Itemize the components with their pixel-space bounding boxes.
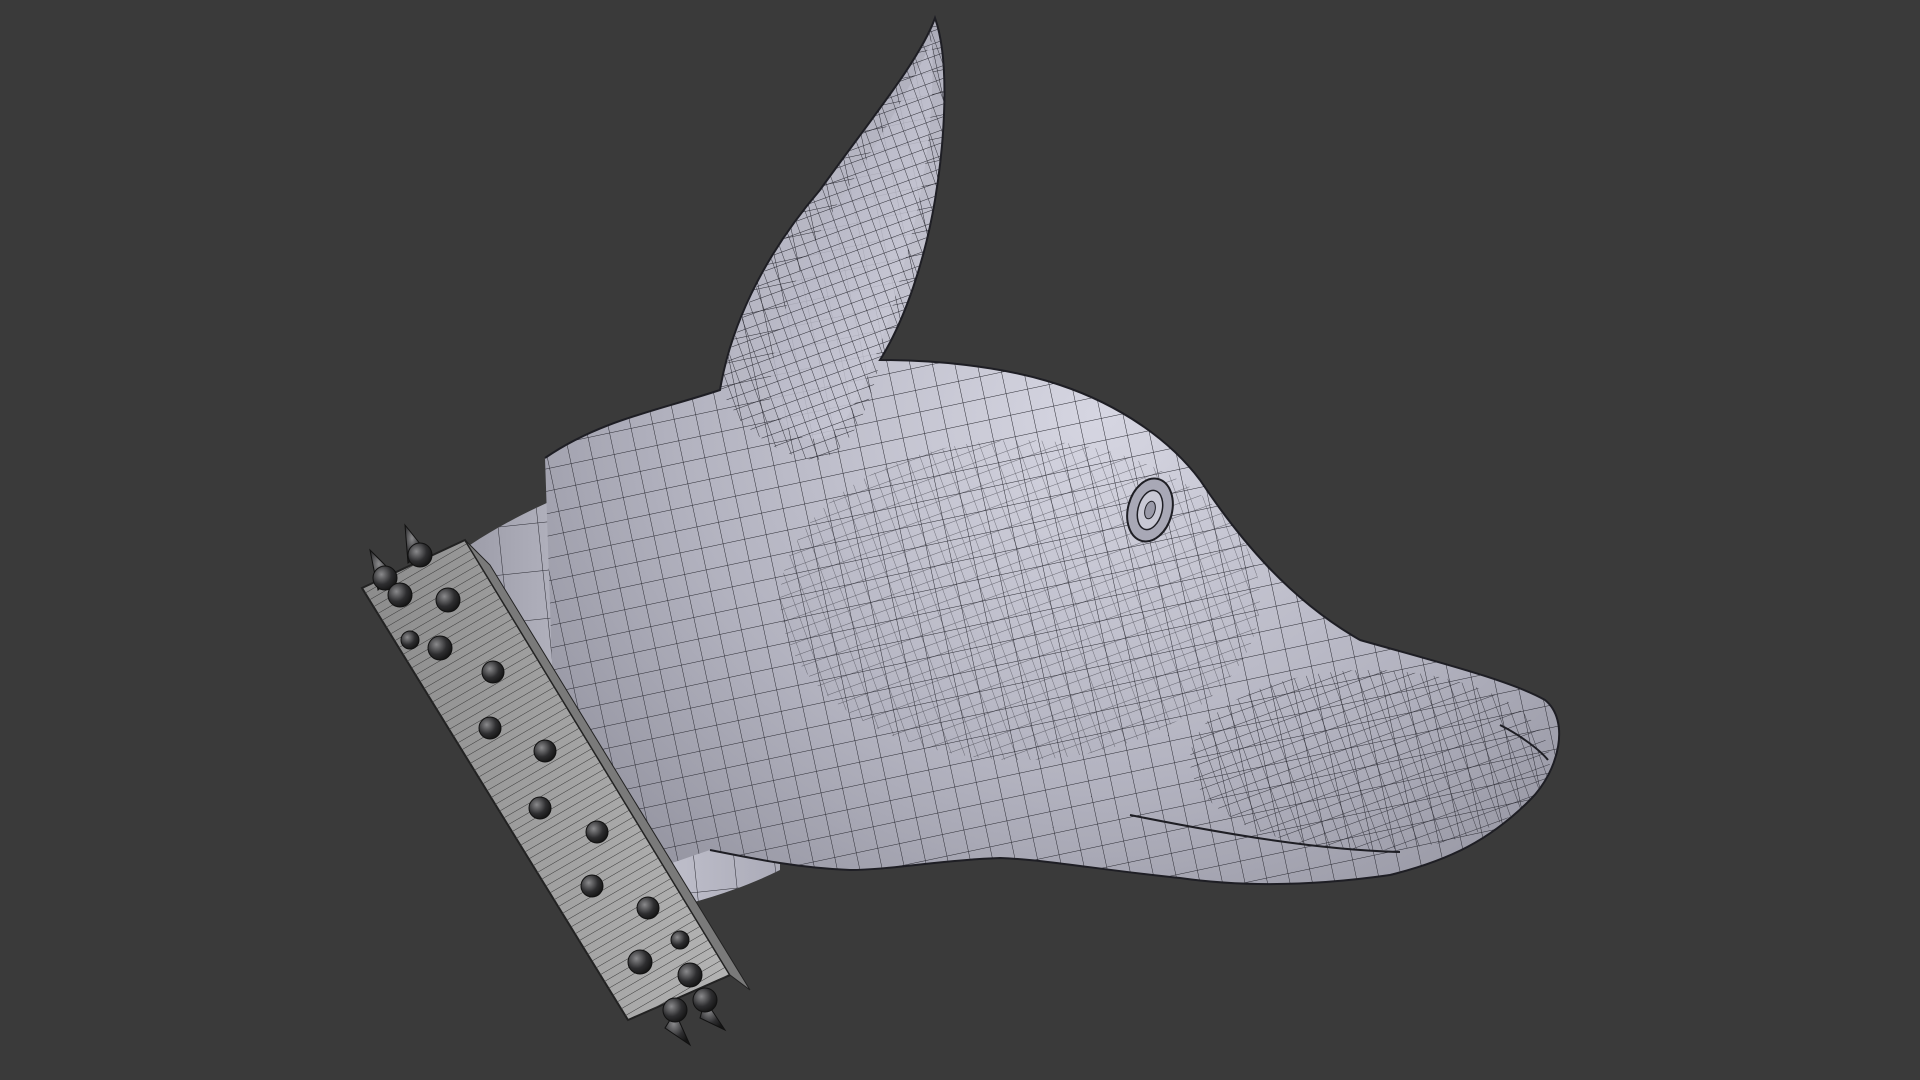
spike [478, 716, 502, 740]
spike [387, 582, 413, 608]
spike [670, 930, 690, 950]
head-mesh [544, 15, 1561, 900]
spike [400, 630, 420, 650]
spike [636, 896, 660, 920]
spike [481, 660, 505, 684]
3d-viewport[interactable] [0, 0, 1920, 1080]
spike [533, 739, 557, 763]
spike [528, 796, 552, 820]
spike [404, 523, 433, 568]
spike [627, 949, 653, 975]
spike [662, 997, 692, 1047]
spike [580, 874, 604, 898]
spike [369, 548, 398, 591]
spike [427, 635, 453, 661]
spike [585, 820, 609, 844]
spike [435, 587, 461, 613]
spike [677, 962, 703, 988]
spike [692, 987, 727, 1032]
